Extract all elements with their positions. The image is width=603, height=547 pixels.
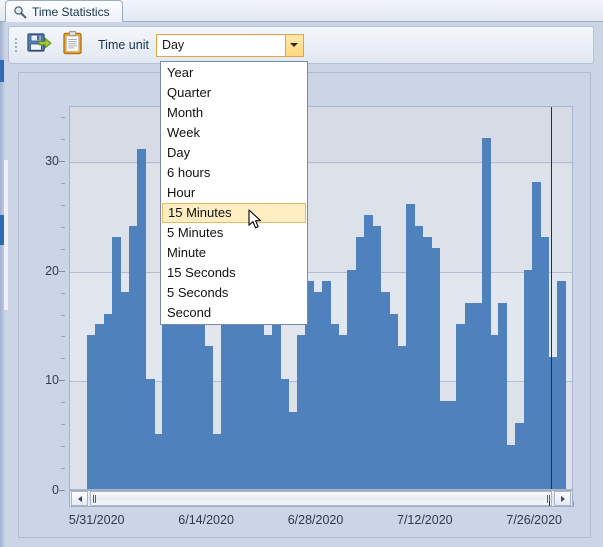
- y-axis-minor-tick: [61, 182, 65, 184]
- y-axis-minor-tick: [61, 358, 65, 360]
- scroll-right-button[interactable]: [554, 491, 571, 506]
- y-axis-minor-tick: [61, 138, 65, 140]
- y-axis-minor-tick: [61, 468, 65, 470]
- y-axis-minor-tick: [61, 204, 65, 206]
- arrow-left-icon: [77, 495, 82, 502]
- y-axis-minor-tick: [61, 336, 65, 338]
- plot-area: [69, 106, 573, 490]
- left-edge-highlight: [4, 160, 8, 310]
- dropdown-item[interactable]: 15 Seconds: [161, 263, 307, 283]
- y-axis-label: 20: [45, 263, 59, 278]
- x-axis-label: 7/26/2020: [506, 513, 562, 527]
- y-axis-label: 0: [52, 483, 59, 497]
- toolbar: Time unit Day: [8, 26, 594, 64]
- tab-time-statistics[interactable]: Time Statistics: [5, 0, 123, 22]
- save-export-icon: [26, 30, 52, 61]
- dropdown-item[interactable]: 5 Seconds: [161, 283, 307, 303]
- copy-to-clipboard-button[interactable]: [56, 29, 90, 61]
- dropdown-item[interactable]: 6 hours: [161, 163, 307, 183]
- y-axis: 0 10 20 30: [19, 106, 65, 497]
- time-unit-combobox[interactable]: Day: [155, 33, 304, 57]
- time-unit-combobox-value: Day: [161, 38, 185, 52]
- time-unit-label: Time unit: [98, 38, 149, 52]
- y-axis-tick: [59, 490, 65, 491]
- clipboard-icon: [61, 30, 85, 61]
- y-axis-tick: [59, 270, 65, 272]
- x-axis-label: 6/14/2020: [178, 513, 234, 527]
- dropdown-item[interactable]: Minute: [161, 243, 307, 263]
- y-axis-minor-tick: [61, 292, 65, 294]
- y-axis-minor-tick: [61, 446, 65, 448]
- magnifier-icon: [13, 5, 27, 19]
- bar-series: [70, 107, 572, 489]
- y-axis-minor-tick: [61, 402, 65, 404]
- tab-label: Time Statistics: [32, 4, 110, 19]
- tab-bar: Time Statistics: [0, 0, 603, 22]
- left-edge-marker-mid: [0, 215, 4, 245]
- grip-icon-left: [91, 494, 97, 503]
- dropdown-item[interactable]: Hour: [161, 183, 307, 203]
- current-time-marker: [551, 107, 553, 489]
- y-axis-minor-tick: [61, 248, 65, 250]
- x-axis-tick: [573, 501, 574, 507]
- y-axis-minor-tick: [61, 424, 65, 426]
- bar: [557, 280, 567, 489]
- scrollbar-marker-tick: [549, 501, 551, 506]
- dropdown-item[interactable]: Day: [161, 143, 307, 163]
- toolbar-grip[interactable]: [12, 33, 20, 57]
- dropdown-item[interactable]: Quarter: [161, 83, 307, 103]
- y-axis-tick: [59, 380, 65, 382]
- chevron-down-icon: [290, 43, 299, 47]
- x-axis-label: 5/31/2020: [68, 513, 125, 527]
- y-axis-minor-tick: [61, 226, 65, 228]
- x-axis-label: 6/28/2020: [287, 513, 344, 527]
- dropdown-item[interactable]: 5 Minutes: [161, 223, 307, 243]
- save-export-button[interactable]: [22, 29, 56, 61]
- y-axis-minor-tick: [61, 117, 65, 118]
- dropdown-item[interactable]: Week: [161, 123, 307, 143]
- dropdown-item[interactable]: Second: [161, 303, 307, 323]
- dropdown-item[interactable]: 15 Minutes: [162, 203, 306, 223]
- dropdown-item[interactable]: Month: [161, 103, 307, 123]
- time-statistics-window: Time Statistics Time unit Day 0 10 20 30…: [0, 0, 603, 547]
- scroll-thumb[interactable]: [90, 491, 552, 506]
- chart-horizontal-scrollbar[interactable]: [69, 490, 573, 507]
- dropdown-item[interactable]: Year: [161, 63, 307, 83]
- y-axis-minor-tick: [61, 314, 65, 316]
- left-edge-marker-top: [0, 60, 4, 82]
- y-axis-label: 30: [45, 153, 59, 168]
- y-axis-label: 10: [45, 373, 59, 388]
- y-axis-tick: [59, 160, 65, 162]
- x-axis-label: 7/12/2020: [396, 513, 453, 527]
- time-unit-combobox-button[interactable]: [284, 34, 303, 56]
- time-unit-dropdown-list[interactable]: Year Quarter Month Week Day 6 hours Hour 15 Min…: [160, 61, 308, 325]
- arrow-right-icon: [560, 495, 565, 502]
- scroll-left-button[interactable]: [71, 491, 88, 506]
- x-axis-labels: 5/31/2020 6/14/2020 6/28/2020 7/12/2020 7/26…: [69, 513, 573, 533]
